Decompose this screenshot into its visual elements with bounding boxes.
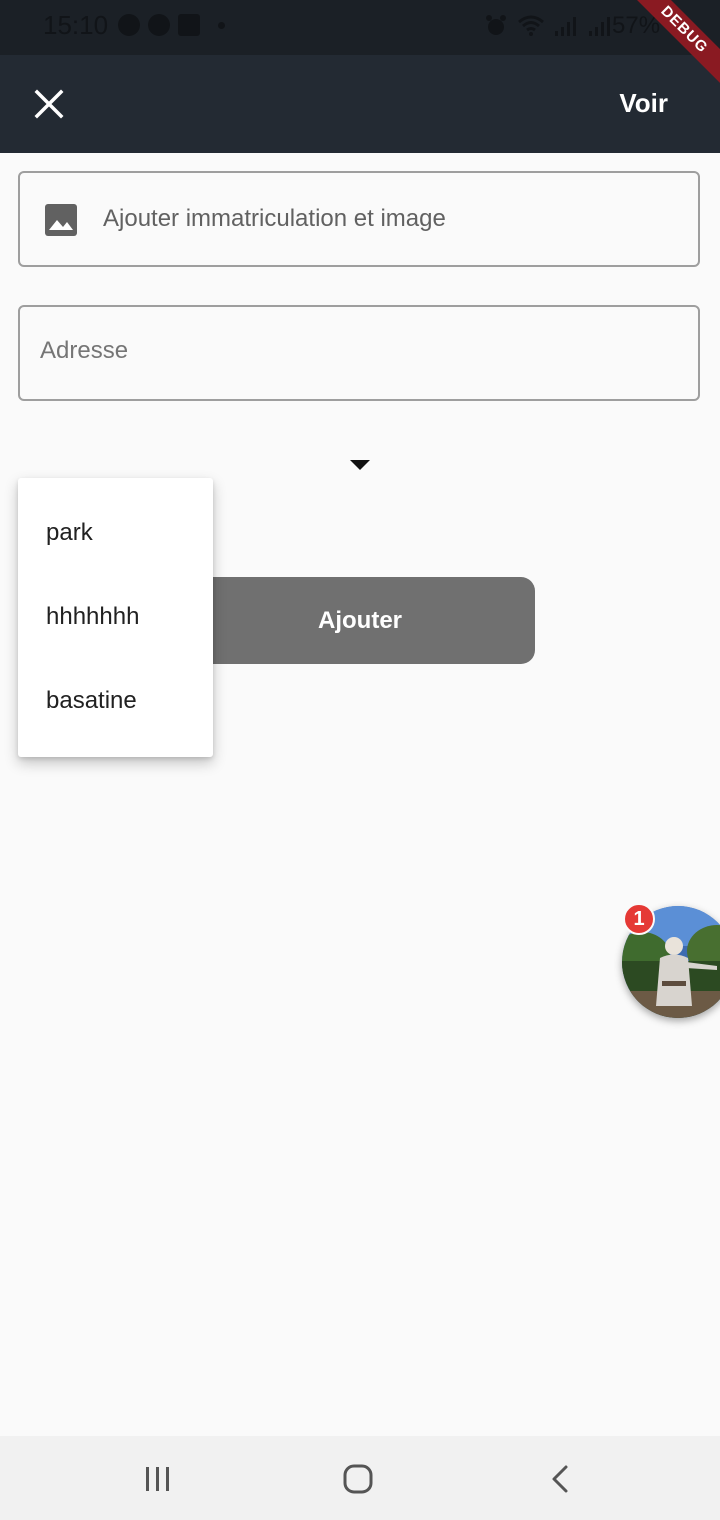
voir-button[interactable]: Voir (619, 88, 668, 119)
address-field[interactable]: Adresse (18, 305, 700, 401)
status-bar: 15:10 57% (0, 0, 720, 55)
home-icon[interactable] (343, 1464, 373, 1494)
dropdown-menu: park hhhhhhh basatine (18, 478, 213, 757)
system-navigation-bar (0, 1436, 720, 1520)
ajouter-button[interactable]: Ajouter (185, 577, 535, 664)
status-system-icons (484, 14, 612, 38)
messenger-icon (118, 14, 140, 36)
image-icon (45, 204, 77, 236)
signal-icon (589, 17, 610, 36)
dropdown-option-park[interactable]: park (18, 491, 213, 575)
dot-icon (218, 21, 225, 29)
notification-badge: 1 (623, 903, 655, 935)
close-icon[interactable] (30, 85, 68, 123)
recent-apps-icon[interactable] (143, 1466, 173, 1492)
add-plate-and-image-field[interactable]: Ajouter immatriculation et image (18, 171, 700, 267)
arrow-drop-down-icon[interactable] (350, 460, 370, 470)
facebook-icon (178, 14, 200, 36)
status-notification-icons (118, 14, 225, 36)
alarm-icon (486, 15, 506, 35)
dropdown-option-hhhhhhh[interactable]: hhhhhhh (18, 575, 213, 659)
signal-icon (555, 17, 576, 36)
wifi-icon (518, 15, 544, 36)
back-icon[interactable] (548, 1464, 574, 1494)
status-time: 15:10 (43, 10, 109, 40)
messenger-icon (148, 14, 170, 36)
address-placeholder: Adresse (40, 337, 129, 364)
dropdown-option-basatine[interactable]: basatine (18, 659, 213, 743)
ajouter-button-label: Ajouter (318, 606, 402, 634)
add-plate-and-image-label: Ajouter immatriculation et image (103, 205, 446, 232)
app-bar: Voir (0, 55, 720, 153)
